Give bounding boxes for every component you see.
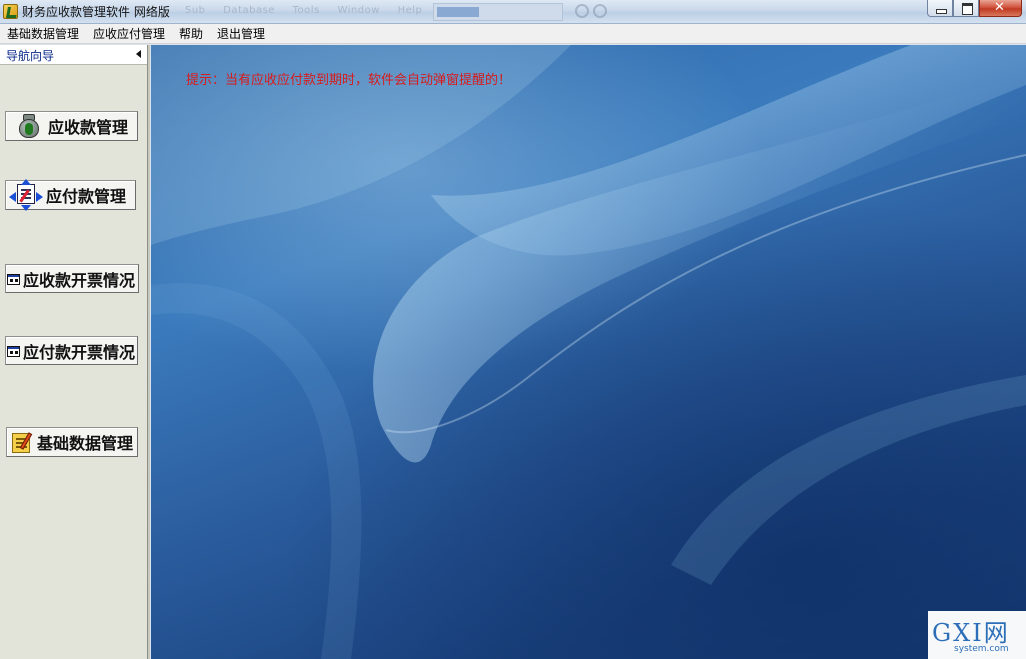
button-label: 应付款管理 xyxy=(46,187,127,206)
background-menu-item: Tools xyxy=(292,5,320,16)
due-reminder-tip: 提示：当有应收应付款到期时，软件会自动弹窗提醒的！ xyxy=(186,73,512,88)
maximize-button[interactable] xyxy=(953,0,979,17)
collapse-arrow-icon[interactable] xyxy=(136,50,141,58)
edit-document-icon xyxy=(10,430,36,454)
button-label: 应收款开票情况 xyxy=(23,270,136,290)
app-icon xyxy=(3,4,18,19)
menu-basic-data[interactable]: 基础数据管理 xyxy=(0,24,86,44)
background-window-menu: Sub Database Tools Window Help xyxy=(185,5,436,16)
close-button[interactable]: ✕ xyxy=(979,0,1022,17)
money-bag-icon xyxy=(15,113,45,139)
navigation-panel: 导航向导 应收款管理 应付款管理 应收款开票情况 应付款开票情况 基础数据管理 xyxy=(0,45,150,659)
window-controls: ✕ xyxy=(927,0,1022,17)
site-watermark: GXI网 system.com xyxy=(928,611,1026,659)
invoice-window-icon xyxy=(6,343,22,359)
background-toolbar xyxy=(575,4,615,19)
basic-data-management-button[interactable]: 基础数据管理 xyxy=(6,427,138,457)
background-menu-item: Window xyxy=(337,5,380,16)
nav-header-title: 导航向导 xyxy=(6,49,55,63)
button-label: 应付款开票情况 xyxy=(23,342,136,362)
title-bar: 财务应收款管理软件 网络版 Sub Database Tools Window … xyxy=(0,0,1026,24)
menu-bar: 基础数据管理 应收应付管理 帮助 退出管理 xyxy=(0,24,1026,44)
menu-help[interactable]: 帮助 xyxy=(172,24,210,44)
payable-management-button[interactable]: 应付款管理 xyxy=(5,179,136,211)
invoice-window-icon xyxy=(6,271,22,287)
background-menu-item: Help xyxy=(397,5,423,16)
button-label: 基础数据管理 xyxy=(37,434,134,453)
receivable-invoice-button[interactable]: 应收款开票情况 xyxy=(5,264,139,293)
window-title: 财务应收款管理软件 网络版 xyxy=(22,5,170,19)
background-combo-box xyxy=(433,3,563,21)
receivable-management-button[interactable]: 应收款管理 xyxy=(5,111,138,141)
close-icon: ✕ xyxy=(994,0,1005,15)
payment-transfer-icon xyxy=(9,179,43,211)
watermark-logo: GXI网 xyxy=(932,619,1010,647)
background-menu-item: Database xyxy=(223,5,275,16)
main-workspace: 提示：当有应收应付款到期时，软件会自动弹窗提醒的！ xyxy=(151,45,1026,659)
nav-header: 导航向导 xyxy=(0,45,147,65)
payable-invoice-button[interactable]: 应付款开票情况 xyxy=(5,336,138,365)
splitter[interactable] xyxy=(147,45,150,659)
button-label: 应收款管理 xyxy=(48,118,129,137)
menu-receivable-payable[interactable]: 应收应付管理 xyxy=(86,24,172,44)
background-menu-item: Sub xyxy=(185,5,206,16)
menu-exit[interactable]: 退出管理 xyxy=(210,24,272,44)
wallpaper-graphic xyxy=(151,45,1026,659)
minimize-button[interactable] xyxy=(927,0,953,17)
watermark-domain: system.com xyxy=(954,644,1009,654)
